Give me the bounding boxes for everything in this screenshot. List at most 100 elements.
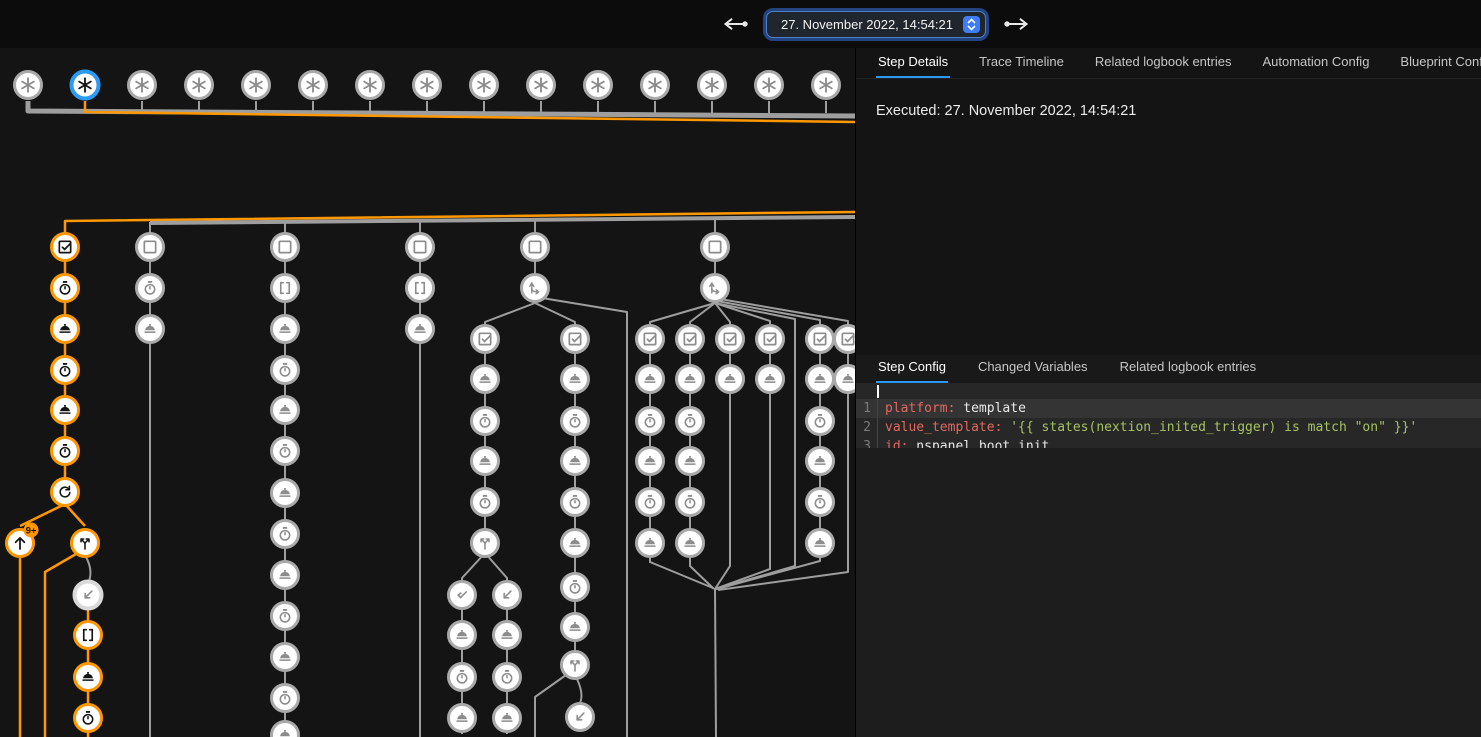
graph-node-trigger-asterisk-icon[interactable] [585,72,612,99]
tab-trace-timeline[interactable]: Trace Timeline [977,54,1066,78]
graph-node-choose-decision-icon[interactable] [522,275,549,302]
graph-node-condition-blank-icon[interactable] [522,234,549,261]
graph-node-brackets-icon[interactable] [272,275,299,302]
graph-node-trigger-asterisk-icon[interactable] [756,72,783,99]
graph-node-service-call-icon[interactable] [472,448,499,475]
graph-node-delay-timer-icon[interactable] [75,705,102,732]
graph-node-arrow-down-left-icon[interactable] [494,582,521,609]
graph-node-trigger-asterisk-icon[interactable] [129,72,156,99]
tab-related-logbook-entries[interactable]: Related logbook entries [1093,54,1234,78]
graph-node-condition-blank-icon[interactable] [702,234,729,261]
graph-node-trigger-asterisk-icon[interactable] [300,72,327,99]
code-line[interactable]: 1platform: template [856,399,1481,418]
graph-node-service-call-icon[interactable] [637,366,664,393]
graph-node-service-call-icon[interactable] [637,448,664,475]
graph-node-delay-timer-icon[interactable] [52,275,79,302]
graph-node-service-call-icon[interactable] [835,366,856,393]
graph-node-condition-blank-icon[interactable] [272,234,299,261]
tab-step-config[interactable]: Step Config [876,359,948,383]
yaml-editor[interactable]: 1platform: template2value_template: '{{ … [856,383,1481,456]
graph-node-service-call-icon[interactable] [75,664,102,691]
graph-node-service-call-icon[interactable] [717,366,744,393]
graph-node-service-call-icon[interactable] [562,614,589,641]
graph-node-delay-timer-icon[interactable] [272,438,299,465]
tab-automation-config[interactable]: Automation Config [1260,54,1371,78]
graph-node-condition-blank-icon[interactable] [407,234,434,261]
tab-step-details[interactable]: Step Details [876,54,950,78]
graph-node-call-split-icon[interactable] [72,530,99,557]
graph-node-delay-timer-icon[interactable] [272,357,299,384]
graph-node-delay-timer-icon[interactable] [52,438,79,465]
tab-blueprint-config[interactable]: Blueprint Config [1398,54,1481,78]
graph-node-service-call-icon[interactable] [272,562,299,589]
graph-node-condition-checked-icon[interactable] [637,326,664,353]
graph-node-service-call-icon[interactable] [272,480,299,507]
graph-node-service-call-icon[interactable] [637,530,664,557]
graph-node-condition-checked-icon[interactable] [562,326,589,353]
graph-node-trigger-asterisk-icon[interactable] [642,72,669,99]
graph-node-service-call-icon[interactable] [494,622,521,649]
graph-node-check-icon[interactable] [449,582,476,609]
graph-node-delay-timer-icon[interactable] [494,664,521,691]
graph-node-trigger-asterisk-icon[interactable] [528,72,555,99]
graph-node-service-call-icon[interactable] [562,448,589,475]
graph-node-service-call-icon[interactable] [494,705,521,732]
graph-node-delay-timer-icon[interactable] [677,489,704,516]
graph-node-service-call-icon[interactable] [52,397,79,424]
graph-node-service-call-icon[interactable] [807,366,834,393]
graph-node-service-call-icon[interactable] [472,366,499,393]
graph-node-condition-checked-icon[interactable] [757,326,784,353]
graph-node-trigger-asterisk-icon[interactable] [72,72,99,99]
graph-node-delay-timer-icon[interactable] [272,521,299,548]
graph-node-delay-timer-icon[interactable] [637,408,664,435]
graph-node-service-call-icon[interactable] [272,644,299,671]
graph-node-condition-checked-icon[interactable] [472,326,499,353]
graph-node-service-call-icon[interactable] [449,705,476,732]
graph-node-service-call-icon[interactable] [449,622,476,649]
graph-node-trigger-asterisk-icon[interactable] [471,72,498,99]
graph-node-service-call-icon[interactable] [677,366,704,393]
graph-node-call-split-icon[interactable] [472,530,499,557]
graph-node-service-call-icon[interactable] [407,316,434,343]
graph-node-trigger-asterisk-icon[interactable] [813,72,840,99]
graph-node-trigger-asterisk-icon[interactable] [15,72,42,99]
graph-node-arrow-down-left-icon[interactable] [75,582,102,609]
graph-node-delay-timer-icon[interactable] [472,408,499,435]
graph-node-service-call-icon[interactable] [757,366,784,393]
graph-node-condition-checked-icon[interactable] [52,234,79,261]
graph-node-condition-blank-icon[interactable] [137,234,164,261]
graph-node-trigger-asterisk-icon[interactable] [357,72,384,99]
graph-node-condition-checked-icon[interactable] [835,326,856,353]
graph-node-delay-timer-icon[interactable] [677,408,704,435]
graph-node-service-call-icon[interactable] [272,722,299,737]
code-line[interactable]: 2value_template: '{{ states(nextion_init… [856,418,1481,437]
graph-node-delay-timer-icon[interactable] [449,664,476,691]
graph-node-delay-timer-icon[interactable] [272,685,299,712]
graph-node-brackets-icon[interactable] [75,622,102,649]
graph-node-choose-decision-icon[interactable] [702,275,729,302]
graph-node-arrow-up-icon[interactable]: 9+ [7,523,39,557]
graph-node-service-call-icon[interactable] [562,530,589,557]
graph-node-service-call-icon[interactable] [272,316,299,343]
graph-node-repeat-icon[interactable] [52,479,79,506]
tab-changed-variables[interactable]: Changed Variables [976,359,1090,383]
graph-node-condition-checked-icon[interactable] [717,326,744,353]
graph-node-trigger-asterisk-icon[interactable] [243,72,270,99]
graph-node-trigger-asterisk-icon[interactable] [414,72,441,99]
graph-node-delay-timer-icon[interactable] [472,489,499,516]
graph-node-delay-timer-icon[interactable] [272,603,299,630]
graph-node-delay-timer-icon[interactable] [562,574,589,601]
graph-node-delay-timer-icon[interactable] [807,489,834,516]
graph-node-delay-timer-icon[interactable] [562,489,589,516]
graph-node-condition-checked-icon[interactable] [677,326,704,353]
graph-node-service-call-icon[interactable] [272,397,299,424]
run-select[interactable]: 27. November 2022, 14:54:21 [766,11,986,38]
graph-node-delay-timer-icon[interactable] [562,408,589,435]
graph-node-brackets-icon[interactable] [407,275,434,302]
graph-node-delay-timer-icon[interactable] [137,275,164,302]
graph-node-call-split-icon[interactable] [562,652,589,679]
graph-node-delay-timer-icon[interactable] [637,489,664,516]
graph-node-delay-timer-icon[interactable] [807,408,834,435]
graph-node-service-call-icon[interactable] [677,530,704,557]
graph-node-delay-timer-icon[interactable] [52,357,79,384]
